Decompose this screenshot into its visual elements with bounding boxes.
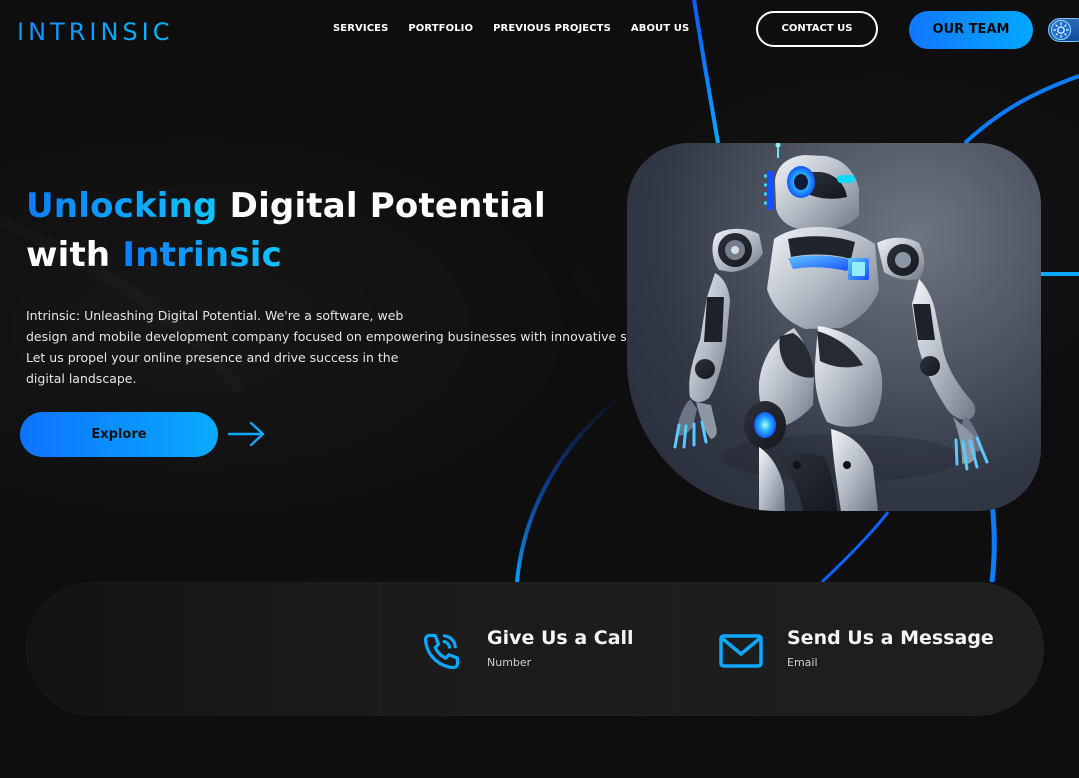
hero-title-accent-2: Intrinsic [122, 235, 282, 275]
nav-item-about-us[interactable]: ABOUT US [631, 21, 689, 37]
message-contact-item[interactable]: Send Us a Message Email [718, 582, 1018, 716]
hero-description-line-4: digital landscape. [26, 371, 137, 386]
call-title: Give Us a Call [487, 627, 634, 649]
main-nav: SERVICES PORTFOLIO PREVIOUS PROJECTS ABO… [333, 21, 709, 37]
arrow-right-icon[interactable] [227, 419, 267, 449]
nav-item-previous-projects[interactable]: PREVIOUS PROJECTS [493, 21, 611, 37]
hero-title-prefix-2: with [26, 235, 111, 275]
message-subtitle: Email [787, 656, 818, 669]
message-title: Send Us a Message [787, 627, 994, 649]
contact-us-button[interactable]: CONTACT US [756, 11, 878, 47]
sun-icon [1051, 20, 1071, 40]
hero-title-line-2: with Intrinsic [26, 231, 546, 280]
hero-description: Intrinsic: Unleashing Digital Potential.… [26, 305, 716, 389]
hero-title-line-1: Unlocking Digital Potential [26, 182, 546, 231]
hero-description-line-1: Intrinsic: Unleashing Digital Potential.… [26, 308, 404, 323]
nav-item-services[interactable]: SERVICES [333, 21, 388, 37]
contact-strip: Give Us a Call Number Send Us a Message … [26, 582, 1044, 716]
theme-toggle[interactable] [1048, 18, 1079, 42]
sun-icon-svg [1053, 22, 1069, 38]
our-team-button[interactable]: OUR TEAM [909, 11, 1033, 49]
nav-item-portfolio[interactable]: PORTFOLIO [408, 21, 473, 37]
call-subtitle: Number [487, 656, 532, 669]
site-header: INTRINSIC SERVICES PORTFOLIO PREVIOUS PR… [0, 0, 1079, 60]
explore-button[interactable]: Explore [20, 412, 218, 457]
call-contact-item[interactable]: Give Us a Call Number [418, 582, 678, 716]
hero-title-accent-1: Unlocking [26, 186, 218, 226]
phone-icon [423, 633, 460, 670]
hero-title: Unlocking Digital Potential with Intrins… [26, 182, 546, 280]
mail-icon [719, 634, 763, 668]
page: INTRINSIC SERVICES PORTFOLIO PREVIOUS PR… [0, 0, 1079, 778]
hero-description-line-3: Let us propel your online presence and d… [26, 350, 399, 365]
robot-illustration-svg [673, 143, 989, 511]
contact-divider-left [379, 582, 380, 716]
hero-description-line-2: design and mobile development company fo… [26, 329, 681, 344]
robot-illustration [627, 143, 1041, 511]
hero-title-rest-1: Digital Potential [229, 186, 546, 226]
logo[interactable]: INTRINSIC [17, 18, 173, 46]
